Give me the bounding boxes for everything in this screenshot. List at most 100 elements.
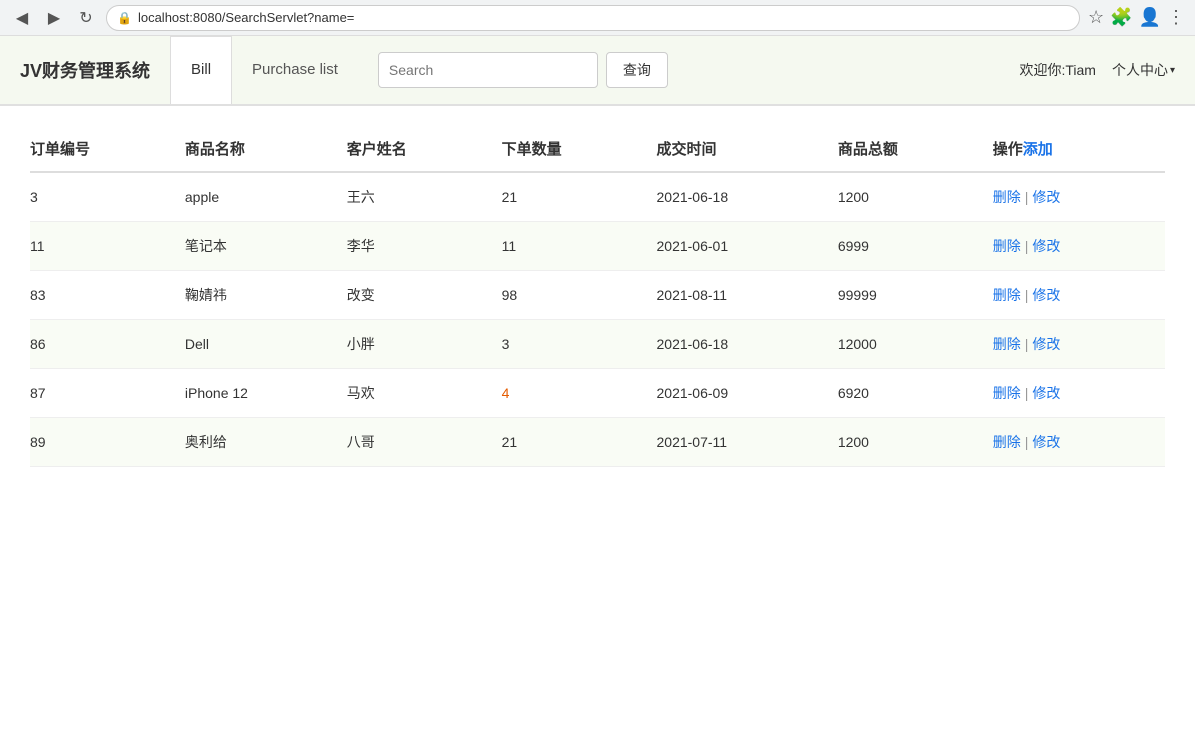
cell-total: 12000 [838,320,993,369]
edit-button[interactable]: 修改 [1032,383,1060,403]
table-header-row: 订单编号 商品名称 客户姓名 下单数量 成交时间 商品总额 操作 [30,126,1165,172]
orders-table: 订单编号 商品名称 客户姓名 下单数量 成交时间 商品总额 操作 [30,126,1165,467]
cell-quantity: 3 [502,320,657,369]
edit-button[interactable]: 修改 [1032,432,1060,452]
browser-chrome: ◀ ▶ ↻ 🔒 localhost:8080/SearchServlet?nam… [0,0,1195,36]
cell-action: 删除 | 修改 [993,222,1165,271]
cell-order-id: 11 [30,222,185,271]
edit-button[interactable]: 修改 [1032,334,1060,354]
cell-date: 2021-06-09 [657,369,838,418]
table-row: 89 奥利给 八哥 21 2021-07-11 1200 删除 | 修改 [30,418,1165,467]
col-header-total: 商品总额 [838,126,993,172]
search-input[interactable] [378,52,598,88]
tab-purchase-list[interactable]: Purchase list [232,36,358,104]
cell-quantity: 4 [502,369,657,418]
chevron-down-icon: ▾ [1170,65,1175,76]
cell-customer-name: 八哥 [347,418,502,467]
action-separator: | [1025,238,1029,254]
delete-button[interactable]: 删除 [993,383,1021,403]
cell-date: 2021-06-18 [657,320,838,369]
col-header-date: 成交时间 [657,126,838,172]
search-button[interactable]: 查询 [606,52,668,88]
extension-icon[interactable]: 🧩 [1110,7,1132,28]
col-header-order-id: 订单编号 [30,126,185,172]
edit-button[interactable]: 修改 [1032,285,1060,305]
user-center-label: 个人中心 [1112,60,1168,80]
table-row: 87 iPhone 12 马欢 4 2021-06-09 6920 删除 | 修… [30,369,1165,418]
forward-button[interactable]: ▶ [42,6,66,30]
cell-date: 2021-06-18 [657,172,838,222]
action-separator: | [1025,385,1029,401]
delete-button[interactable]: 删除 [993,187,1021,207]
cell-product-name: iPhone 12 [185,369,347,418]
table-row: 86 Dell 小胖 3 2021-06-18 12000 删除 | 修改 [30,320,1165,369]
lock-icon: 🔒 [117,11,132,25]
cell-action: 删除 | 修改 [993,418,1165,467]
menu-icon[interactable]: ⋮ [1167,7,1185,28]
cell-order-id: 86 [30,320,185,369]
tab-bill[interactable]: Bill [170,36,232,104]
action-separator: | [1025,336,1029,352]
header-right: 欢迎你:Tiam 个人中心 ▾ [1019,60,1175,80]
star-icon[interactable]: ☆ [1088,7,1104,28]
cell-total: 6999 [838,222,993,271]
url-text: localhost:8080/SearchServlet?name= [138,10,354,25]
cell-total: 1200 [838,172,993,222]
table-row: 3 apple 王六 21 2021-06-18 1200 删除 | 修改 [30,172,1165,222]
delete-button[interactable]: 删除 [993,432,1021,452]
cell-product-name: apple [185,172,347,222]
browser-actions: ☆ 🧩 👤 ⋮ [1088,7,1185,28]
col-header-quantity: 下单数量 [502,126,657,172]
add-link[interactable]: 添加 [1023,141,1053,158]
address-bar[interactable]: 🔒 localhost:8080/SearchServlet?name= [106,5,1080,31]
cell-quantity: 98 [502,271,657,320]
app-header: JV财务管理系统 Bill Purchase list 查询 欢迎你:Tiam … [0,36,1195,106]
cell-order-id: 89 [30,418,185,467]
cell-customer-name: 马欢 [347,369,502,418]
delete-button[interactable]: 删除 [993,334,1021,354]
delete-button[interactable]: 删除 [993,285,1021,305]
cell-customer-name: 王六 [347,172,502,222]
reload-button[interactable]: ↻ [74,6,98,30]
col-header-action: 操作添加 [993,126,1165,172]
action-separator: | [1025,287,1029,303]
edit-button[interactable]: 修改 [1032,187,1060,207]
nav-tabs: Bill Purchase list [170,36,358,104]
cell-total: 1200 [838,418,993,467]
cell-action: 删除 | 修改 [993,271,1165,320]
cell-action: 删除 | 修改 [993,320,1165,369]
cell-quantity: 11 [502,222,657,271]
cell-customer-name: 小胖 [347,320,502,369]
col-header-customer-name: 客户姓名 [347,126,502,172]
cell-customer-name: 改变 [347,271,502,320]
cell-date: 2021-06-01 [657,222,838,271]
cell-action: 删除 | 修改 [993,369,1165,418]
action-separator: | [1025,434,1029,450]
cell-product-name: 笔记本 [185,222,347,271]
cell-date: 2021-08-11 [657,271,838,320]
cell-product-name: 奥利给 [185,418,347,467]
col-header-product-name: 商品名称 [185,126,347,172]
cell-product-name: Dell [185,320,347,369]
cell-order-id: 3 [30,172,185,222]
cell-quantity: 21 [502,418,657,467]
cell-order-id: 83 [30,271,185,320]
cell-customer-name: 李华 [347,222,502,271]
cell-total: 99999 [838,271,993,320]
cell-date: 2021-07-11 [657,418,838,467]
edit-button[interactable]: 修改 [1032,236,1060,256]
cell-total: 6920 [838,369,993,418]
search-area: 查询 [378,52,668,88]
cell-quantity: 21 [502,172,657,222]
cell-order-id: 87 [30,369,185,418]
table-row: 83 鞠婧祎 改变 98 2021-08-11 99999 删除 | 修改 [30,271,1165,320]
main-content: 订单编号 商品名称 客户姓名 下单数量 成交时间 商品总额 操作 [0,106,1195,487]
cell-action: 删除 | 修改 [993,172,1165,222]
avatar-icon[interactable]: 👤 [1139,7,1161,28]
table-row: 11 笔记本 李华 11 2021-06-01 6999 删除 | 修改 [30,222,1165,271]
delete-button[interactable]: 删除 [993,236,1021,256]
user-center-dropdown[interactable]: 个人中心 ▾ [1112,60,1175,80]
action-separator: | [1025,189,1029,205]
back-button[interactable]: ◀ [10,6,34,30]
welcome-text: 欢迎你:Tiam [1019,60,1095,80]
